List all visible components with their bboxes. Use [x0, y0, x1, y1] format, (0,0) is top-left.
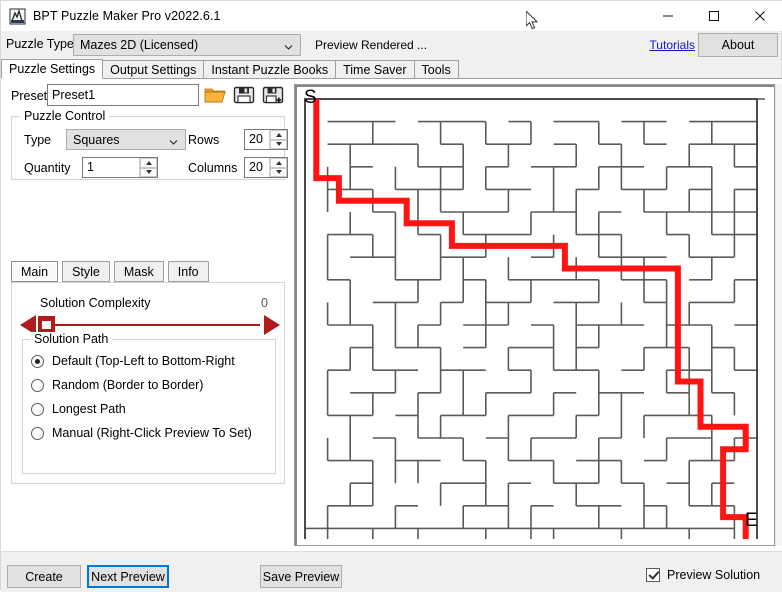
window-title: BPT Puzzle Maker Pro v2022.6.1 [33, 9, 221, 23]
floppy-save-icon[interactable] [232, 83, 256, 107]
rows-stepper[interactable] [244, 129, 288, 150]
minimize-button[interactable] [645, 1, 691, 31]
tab-label: Time Saver [343, 63, 407, 77]
maze-start-label: S [304, 87, 317, 108]
solution-path-option-2[interactable]: Longest Path [31, 402, 126, 416]
solution-path-option-label: Manual (Right-Click Preview To Set) [52, 426, 252, 440]
tab-output-settings[interactable]: Output Settings [102, 60, 205, 79]
radio-button[interactable] [31, 426, 44, 440]
puzzle-type-combo[interactable]: Mazes 2D (Licensed) [73, 34, 301, 56]
settings-tab-strip: Main Style Mask Info [11, 261, 213, 282]
floppy-save-as-icon[interactable] [261, 83, 285, 107]
window-controls [645, 1, 782, 31]
columns-decrement-button[interactable] [270, 167, 287, 177]
tab-time-saver[interactable]: Time Saver [335, 60, 415, 79]
tab-label: Instant Puzzle Books [211, 63, 329, 77]
settings-tab-info[interactable]: Info [167, 261, 209, 282]
maze-end-label: E [745, 510, 758, 531]
puzzle-control-title: Puzzle Control [20, 109, 110, 123]
tutorials-link[interactable]: Tutorials [649, 38, 695, 52]
solution-path-option-1[interactable]: Random (Border to Border) [31, 378, 203, 392]
rows-increment-button[interactable] [270, 130, 287, 140]
settings-tab-label: Style [72, 264, 100, 279]
solution-path-group: Solution Path Default (Top-Left to Botto… [22, 332, 276, 474]
columns-stepper[interactable] [244, 157, 288, 178]
about-button[interactable]: About [698, 33, 778, 57]
create-button[interactable]: Create [7, 565, 81, 588]
maximize-button[interactable] [691, 1, 737, 31]
solution-complexity-label: Solution Complexity [40, 296, 151, 310]
application-window: BPT Puzzle Maker Pro v2022.6.1 Puzzle Ty… [0, 0, 782, 592]
folder-open-icon[interactable] [203, 83, 227, 107]
quantity-label: Quantity [24, 161, 71, 175]
chevron-down-icon [284, 41, 293, 50]
solution-complexity-value: 0 [261, 296, 268, 310]
preset-input[interactable] [47, 84, 199, 106]
content-area: Preset Preset1 Puzzle Control Type Squar… [1, 78, 782, 551]
puzzle-control-group: Puzzle Control Type Squares Quantity Row… [11, 109, 288, 180]
quantity-input[interactable] [83, 158, 139, 177]
tab-label: Tools [421, 63, 451, 77]
rows-input[interactable] [245, 130, 269, 149]
preview-status-text: Preview Rendered ... [315, 38, 428, 52]
bottom-toolbar: Create Next Preview Save Preview Preview… [1, 551, 782, 592]
chevron-down-icon [169, 135, 178, 145]
columns-label: Columns [188, 161, 238, 175]
settings-tab-label: Info [177, 264, 199, 279]
columns-input[interactable] [245, 158, 269, 177]
preset-label: Preset [11, 89, 48, 103]
rows-decrement-button[interactable] [270, 139, 287, 149]
tab-puzzle-settings[interactable]: Puzzle Settings [1, 59, 104, 79]
tab-tools[interactable]: Tools [413, 60, 459, 79]
solution-path-option-label: Longest Path [52, 402, 126, 416]
type-label: Type [24, 133, 52, 147]
puzzle-type-value: Mazes 2D (Licensed) [80, 38, 199, 52]
preview-vertical-scrollbar[interactable] [775, 84, 782, 546]
close-button[interactable] [737, 1, 782, 31]
preview-solution-label: Preview Solution [667, 568, 761, 582]
solution-path-option-label: Default (Top-Left to Bottom-Right [52, 354, 235, 368]
settings-tab-label: Main [21, 264, 49, 279]
type-combo[interactable]: Squares [66, 129, 186, 150]
tab-label: Puzzle Settings [9, 62, 96, 76]
slider-increase-arrow-icon[interactable] [264, 315, 280, 335]
radio-button[interactable] [31, 378, 44, 392]
quantity-spin-buttons [139, 158, 157, 177]
solution-path-title: Solution Path [30, 332, 113, 346]
app-icon [9, 8, 26, 25]
maze-solution-path [313, 99, 749, 539]
settings-tab-label: Mask [123, 264, 154, 279]
toolbar-row: Puzzle Type Mazes 2D (Licensed) Preview … [1, 31, 782, 59]
columns-increment-button[interactable] [270, 158, 287, 168]
rows-label: Rows [188, 133, 220, 147]
radio-button[interactable] [31, 402, 44, 416]
tab-label: Output Settings [110, 63, 197, 77]
preview-solution-checkbox[interactable] [646, 568, 660, 582]
solution-path-option-label: Random (Border to Border) [52, 378, 204, 392]
preview-solution-checkbox-row[interactable]: Preview Solution [646, 568, 760, 582]
settings-tab-style[interactable]: Style [62, 261, 110, 282]
quantity-decrement-button[interactable] [140, 167, 157, 177]
puzzle-type-label: Puzzle Type [6, 37, 74, 51]
next-preview-button[interactable]: Next Preview [87, 565, 169, 588]
type-value: Squares [73, 132, 120, 147]
slider-track[interactable] [40, 324, 260, 326]
solution-path-option-0[interactable]: Default (Top-Left to Bottom-Right [31, 354, 235, 368]
save-preview-button[interactable]: Save Preview [260, 565, 342, 588]
main-tab-strip: Puzzle Settings Output Settings Instant Pu… [1, 59, 782, 79]
settings-tab-main[interactable]: Main [11, 261, 59, 282]
settings-tab-mask[interactable]: Mask [113, 261, 164, 282]
quantity-stepper[interactable] [82, 157, 158, 178]
title-bar: BPT Puzzle Maker Pro v2022.6.1 [1, 1, 782, 31]
maze-graphic [304, 98, 765, 539]
tab-instant-puzzle-books[interactable]: Instant Puzzle Books [203, 60, 337, 79]
quantity-increment-button[interactable] [140, 158, 157, 168]
solution-path-option-3[interactable]: Manual (Right-Click Preview To Set) [31, 426, 252, 440]
radio-button[interactable] [31, 354, 44, 368]
rows-spin-buttons [269, 130, 287, 149]
main-settings-panel: Solution Complexity 0 Solution Path Defa… [11, 282, 285, 484]
maze-preview-panel[interactable]: S E [294, 84, 775, 546]
columns-spin-buttons [269, 158, 287, 177]
